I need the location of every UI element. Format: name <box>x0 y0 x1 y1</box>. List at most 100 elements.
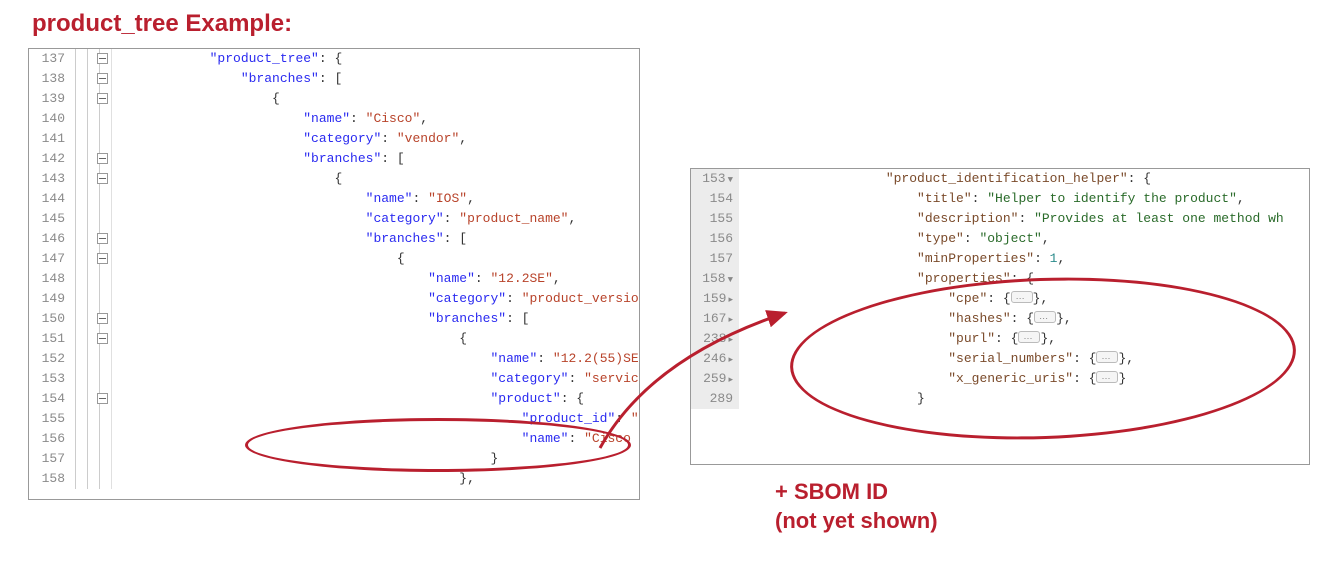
code-token: "product" <box>490 391 560 406</box>
code-line: { <box>112 329 467 349</box>
code-token: : { <box>1011 311 1034 326</box>
fold-badge-icon[interactable] <box>1034 311 1056 323</box>
code-row: 238▸ "purl": {}, <box>691 329 1309 349</box>
code-line: }, <box>112 469 475 489</box>
code-row: 156 "type": "object", <box>691 229 1309 249</box>
line-number: 144 <box>29 189 71 209</box>
fold-caret-icon[interactable]: ▸ <box>728 375 733 385</box>
fold-toggle-icon[interactable] <box>97 153 108 164</box>
fold-caret-icon[interactable]: ▼ <box>728 275 733 285</box>
code-token: : { <box>319 51 342 66</box>
code-token: "Helper to identify the product" <box>987 191 1237 206</box>
code-token: , <box>553 271 561 286</box>
fold-toggle-icon[interactable] <box>97 253 108 264</box>
line-number: 159▸ <box>691 289 739 310</box>
code-token: "branches" <box>428 311 506 326</box>
line-number: 140 <box>29 109 71 129</box>
line-number: 139 <box>29 89 71 109</box>
code-token: : <box>381 131 397 146</box>
fold-toggle-icon[interactable] <box>97 393 108 404</box>
fold-caret-icon[interactable]: ▼ <box>728 175 733 185</box>
code-row: 167▸ "hashes": {}, <box>691 309 1309 329</box>
code-token: , <box>1237 191 1245 206</box>
gutter <box>739 189 757 209</box>
gutter <box>71 349 112 369</box>
gutter <box>71 89 112 109</box>
gutter <box>739 169 757 189</box>
fold-badge-icon[interactable] <box>1096 371 1118 383</box>
fold-caret-icon[interactable]: ▸ <box>728 315 733 325</box>
code-token: } <box>490 451 498 466</box>
code-line: "cpe": {}, <box>757 289 1048 309</box>
fold-caret-icon[interactable]: ▸ <box>728 335 733 345</box>
code-row: 153 "category": "service_pack", <box>29 369 639 389</box>
fold-toggle-icon[interactable] <box>97 173 108 184</box>
line-number: 150 <box>29 309 71 329</box>
code-row: 141 "category": "vendor", <box>29 129 639 149</box>
line-number: 138 <box>29 69 71 89</box>
fold-toggle-icon[interactable] <box>97 93 108 104</box>
fold-caret-icon[interactable]: ▸ <box>728 355 733 365</box>
line-number: 259▸ <box>691 369 739 390</box>
code-token: "12.2(55)SE" <box>553 351 640 366</box>
line-number: 155 <box>29 409 71 429</box>
fold-toggle-icon[interactable] <box>97 333 108 344</box>
code-line: "name": "Cisco IOS 12.2SE 12.2(55)SE" <box>112 429 640 449</box>
code-line: { <box>112 249 405 269</box>
line-number: 146 <box>29 229 71 249</box>
line-number: 153 <box>29 369 71 389</box>
gutter <box>71 449 112 469</box>
fold-toggle-icon[interactable] <box>97 73 108 84</box>
fold-toggle-icon[interactable] <box>97 53 108 64</box>
code-token: : <box>475 271 491 286</box>
gutter <box>739 349 757 369</box>
code-line: "minProperties": 1, <box>757 249 1065 269</box>
code-token: "product_id" <box>522 411 616 426</box>
code-token: "category" <box>428 291 506 306</box>
code-token: "name" <box>522 431 569 446</box>
line-number: 149 <box>29 289 71 309</box>
code-token: "type" <box>917 231 964 246</box>
code-line: "name": "12.2(55)SE", <box>112 349 640 369</box>
gutter <box>739 209 757 229</box>
code-token: : { <box>1128 171 1151 186</box>
code-token: "category" <box>490 371 568 386</box>
code-row: 142 "branches": [ <box>29 149 639 169</box>
fold-badge-icon[interactable] <box>1011 291 1033 303</box>
gutter <box>71 429 112 449</box>
code-token: { <box>334 171 342 186</box>
gutter <box>71 329 112 349</box>
code-token: "product_name" <box>459 211 568 226</box>
fold-badge-icon[interactable] <box>1096 351 1118 363</box>
code-token: , <box>568 211 576 226</box>
code-line: } <box>757 389 925 409</box>
code-token: "vendor" <box>397 131 459 146</box>
code-line: "category": "vendor", <box>112 129 467 149</box>
fold-badge-icon[interactable] <box>1018 331 1040 343</box>
gutter <box>71 289 112 309</box>
fold-toggle-icon[interactable] <box>97 313 108 324</box>
right-code-panel: 153▼ "product_identification_helper": {1… <box>690 168 1310 465</box>
code-token: "name" <box>490 351 537 366</box>
code-token: , <box>420 111 428 126</box>
code-token: { <box>459 331 467 346</box>
gutter <box>739 369 757 389</box>
fold-toggle-icon[interactable] <box>97 233 108 244</box>
code-token: } <box>917 391 925 406</box>
code-token: : [ <box>506 311 529 326</box>
code-token: }, <box>459 471 475 486</box>
fold-caret-icon[interactable]: ▸ <box>728 295 733 305</box>
code-token: "product_tree" <box>210 51 319 66</box>
code-row: 148 "name": "12.2SE", <box>29 269 639 289</box>
code-row: 155 "product_id": "CVRFPID-103763", <box>29 409 639 429</box>
left-code-panel: 137 "product_tree": {138 "branches": [13… <box>28 48 640 500</box>
code-token: , <box>467 191 475 206</box>
line-number: 156 <box>29 429 71 449</box>
gutter <box>71 49 112 69</box>
code-line: "serial_numbers": {}, <box>757 349 1134 369</box>
gutter <box>71 229 112 249</box>
code-token: : { <box>987 291 1010 306</box>
line-number: 157 <box>29 449 71 469</box>
code-line: "product_id": "CVRFPID-103763", <box>112 409 640 429</box>
code-line: "product_identification_helper": { <box>757 169 1151 189</box>
